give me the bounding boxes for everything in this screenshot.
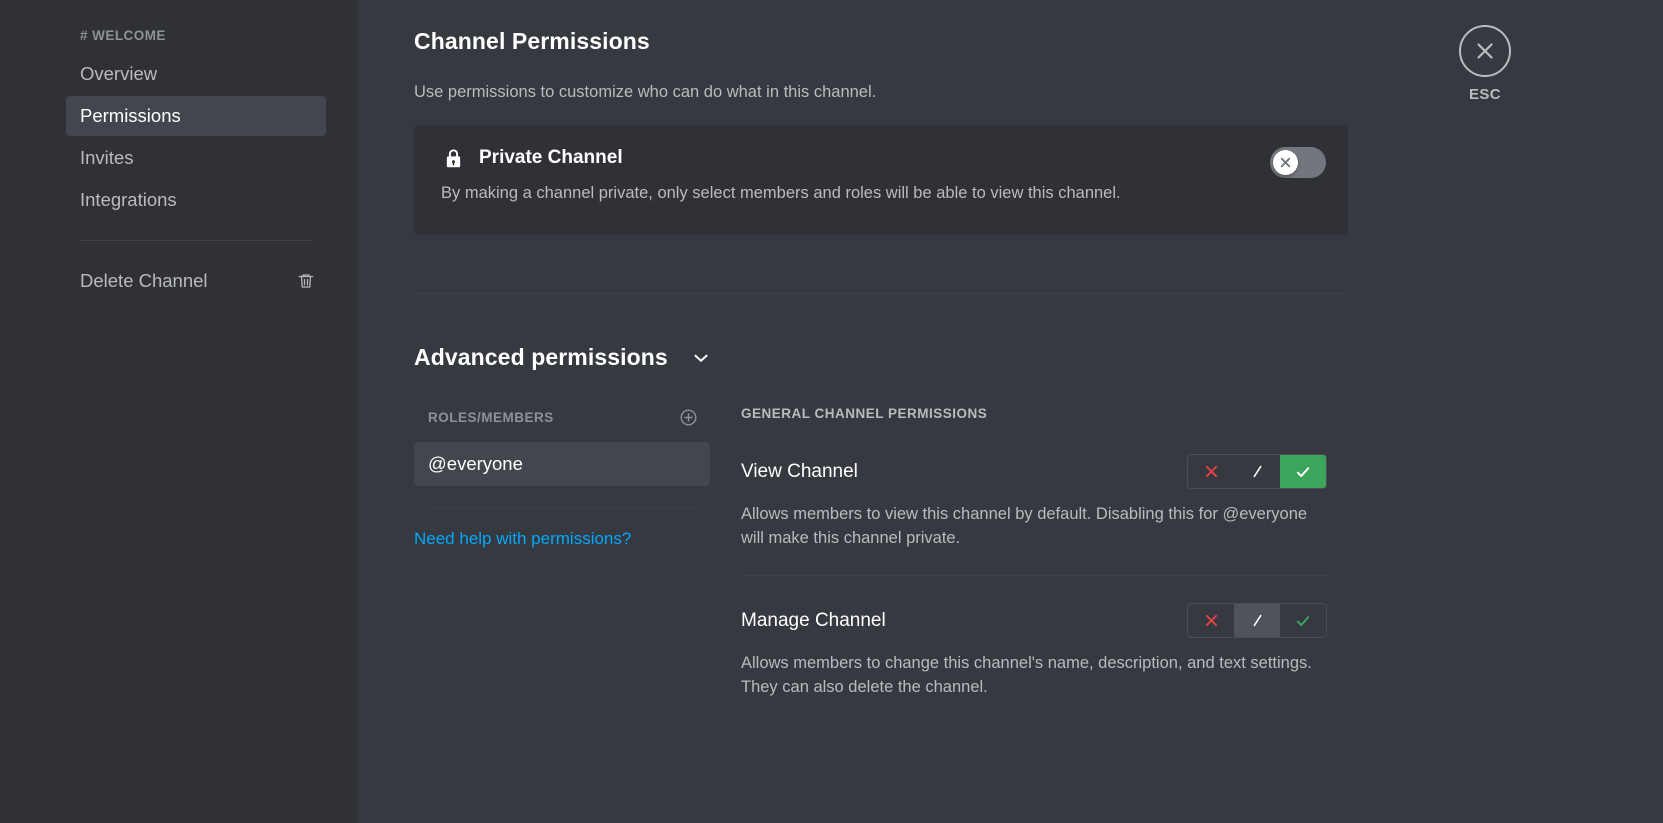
close-x-icon <box>1459 25 1511 77</box>
permission-deny-button[interactable] <box>1188 604 1234 637</box>
permission-tristate-selector[interactable] <box>1187 454 1327 489</box>
role-item-everyone[interactable]: @everyone <box>414 442 710 486</box>
sidebar-item-label: Invites <box>80 147 316 169</box>
permission-deny-button[interactable] <box>1188 455 1234 488</box>
sidebar-item-delete-channel[interactable]: Delete Channel <box>66 261 326 301</box>
advanced-permissions-header[interactable]: Advanced permissions <box>414 344 712 371</box>
page-title: Channel Permissions <box>414 28 1348 55</box>
role-item-label: @everyone <box>428 453 523 475</box>
permission-name: View Channel <box>741 460 858 484</box>
permissions-column: GENERAL CHANNEL PERMISSIONS View Channel <box>741 405 1327 699</box>
general-channel-permissions-title: GENERAL CHANNEL PERMISSIONS <box>741 405 1327 423</box>
permission-row-manage-channel: Manage Channel <box>741 575 1327 699</box>
settings-modal: # WELCOME Overview Permissions Invites I… <box>0 0 1663 823</box>
trash-icon <box>296 271 316 291</box>
chevron-down-icon <box>690 347 712 369</box>
sidebar-item-overview[interactable]: Overview <box>66 54 326 94</box>
sidebar-item-label: Integrations <box>80 189 316 211</box>
sidebar-item-label: Overview <box>80 63 316 85</box>
roles-members-label: ROLES/MEMBERS <box>428 410 554 425</box>
roles-members-header: ROLES/MEMBERS <box>414 405 710 429</box>
permission-allow-button[interactable] <box>1280 604 1326 637</box>
private-channel-title: Private Channel <box>479 147 623 169</box>
close-modal-label: ESC <box>1455 86 1515 103</box>
permission-description: Allows members to change this channel's … <box>741 651 1325 699</box>
permission-name: Manage Channel <box>741 609 886 633</box>
advanced-permissions-title: Advanced permissions <box>414 344 668 371</box>
permission-neutral-button[interactable] <box>1234 604 1280 637</box>
sidebar-item-label: Permissions <box>80 105 316 127</box>
private-channel-toggle[interactable] <box>1270 147 1326 178</box>
private-channel-card: Private Channel By making a channel priv… <box>414 125 1348 235</box>
sidebar-item-label: Delete Channel <box>80 270 296 292</box>
permission-tristate-selector[interactable] <box>1187 603 1327 638</box>
page-subtitle: Use permissions to customize who can do … <box>414 82 1348 103</box>
private-channel-description: By making a channel private, only select… <box>441 183 1326 204</box>
permission-neutral-button[interactable] <box>1234 455 1280 488</box>
toggle-knob <box>1273 150 1298 175</box>
close-modal-button[interactable]: ESC <box>1455 25 1515 103</box>
sidebar-item-permissions[interactable]: Permissions <box>66 96 326 136</box>
settings-sidebar: # WELCOME Overview Permissions Invites I… <box>0 0 358 823</box>
roles-divider <box>428 507 696 508</box>
sidebar-header-channel-name: # WELCOME <box>66 28 326 54</box>
lock-icon <box>441 146 465 170</box>
roles-members-column: ROLES/MEMBERS @everyone <box>414 405 710 549</box>
permission-description: Allows members to view this channel by d… <box>741 502 1325 550</box>
sidebar-item-invites[interactable]: Invites <box>66 138 326 178</box>
settings-scroll-container: Channel Permissions Use permissions to c… <box>358 0 1663 823</box>
sidebar-item-integrations[interactable]: Integrations <box>66 180 326 220</box>
permission-allow-button[interactable] <box>1280 455 1326 488</box>
plus-circle-icon[interactable] <box>678 407 698 427</box>
permissions-layout: ROLES/MEMBERS @everyone <box>414 405 1348 699</box>
permission-row-view-channel: View Channel <box>741 454 1327 550</box>
need-help-with-permissions-link[interactable]: Need help with permissions? <box>414 529 710 549</box>
section-divider <box>414 293 1348 294</box>
sidebar-divider <box>80 240 312 241</box>
settings-main-panel: Channel Permissions Use permissions to c… <box>358 0 1663 823</box>
